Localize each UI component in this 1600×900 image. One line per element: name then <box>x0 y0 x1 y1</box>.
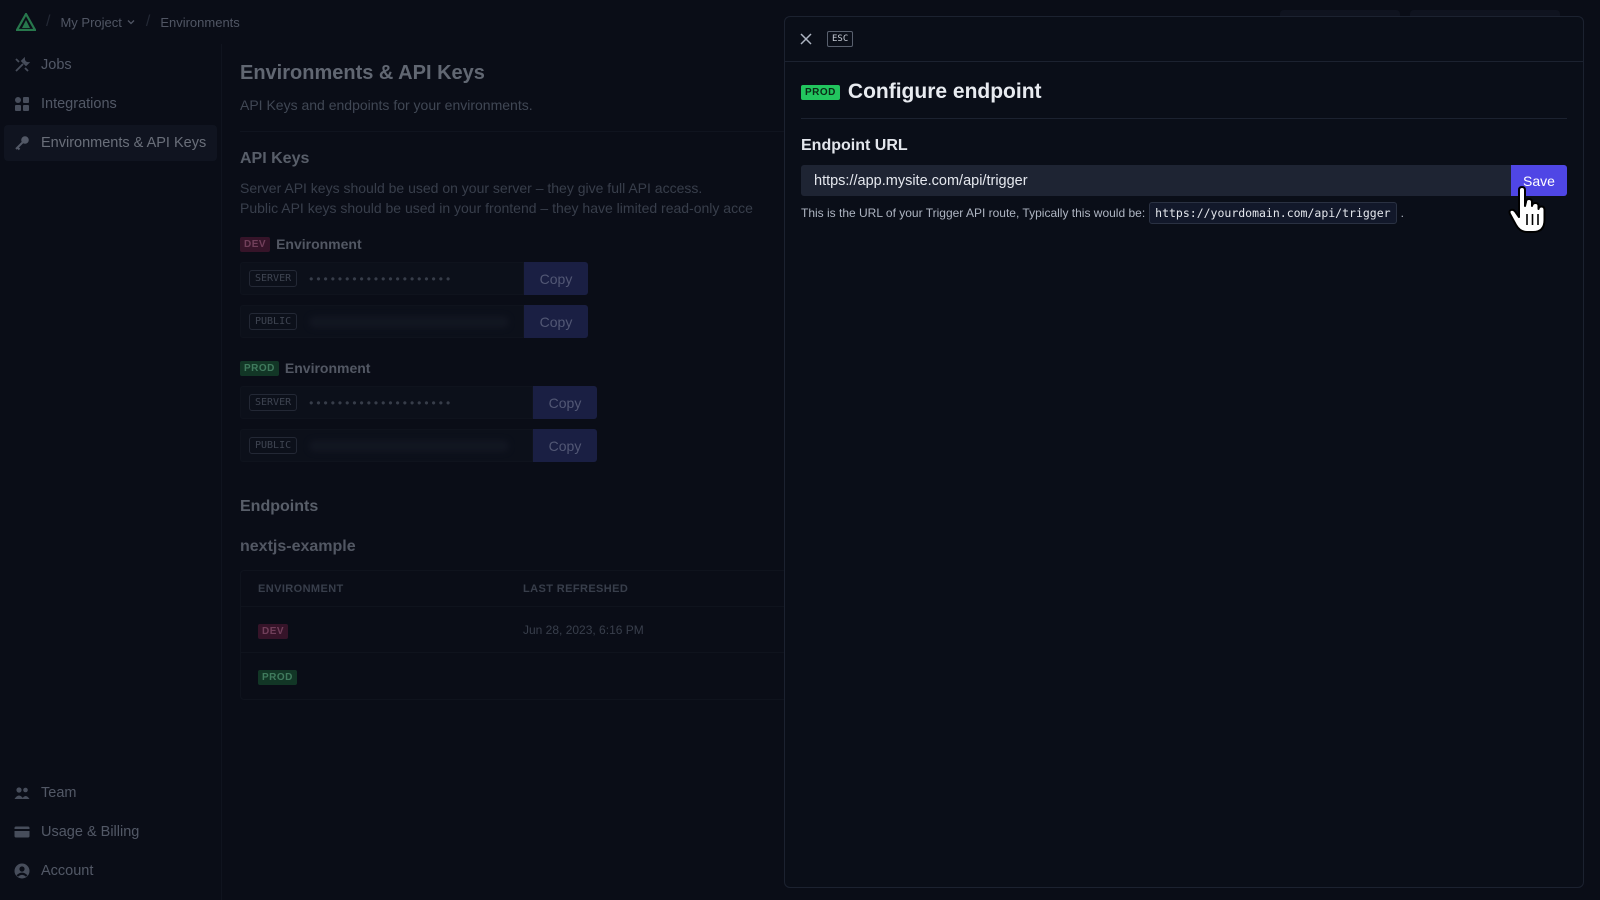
endpoint-url-label: Endpoint URL <box>801 137 908 154</box>
endpoint-url-input[interactable] <box>801 165 1511 196</box>
hint-example-url: https://yourdomain.com/api/trigger <box>1149 202 1397 224</box>
endpoint-url-row: Save <box>801 165 1567 196</box>
hint-end: . <box>1400 206 1404 220</box>
panel-title: Configure endpoint <box>847 80 1042 103</box>
configure-endpoint-panel: ESC PROD Configure endpoint Endpoint URL… <box>784 16 1584 888</box>
prod-badge: PROD <box>801 84 840 100</box>
panel-title-row: PROD Configure endpoint <box>801 62 1567 119</box>
endpoint-url-hint: This is the URL of your Trigger API rout… <box>801 202 1567 224</box>
hint-text: This is the URL of your Trigger API rout… <box>801 206 1146 220</box>
panel-header: ESC <box>785 17 1583 62</box>
app-root: / My Project / Environments Jobs Integra… <box>0 0 1600 900</box>
esc-shortcut-hint: ESC <box>827 31 854 47</box>
hand-cursor-icon <box>1508 186 1546 233</box>
close-icon[interactable] <box>799 32 813 46</box>
panel-body: PROD Configure endpoint Endpoint URL Sav… <box>785 62 1583 224</box>
